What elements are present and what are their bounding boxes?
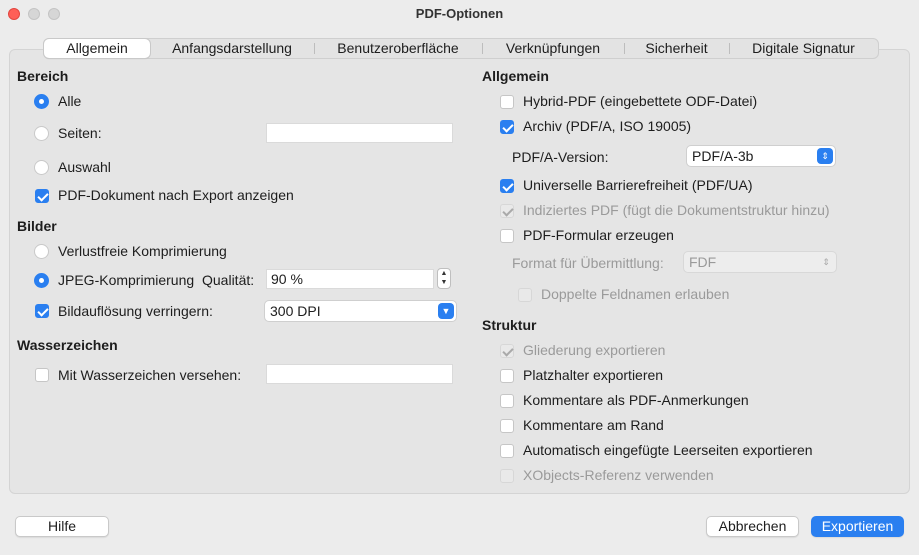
- window-title: PDF-Optionen: [415, 6, 504, 21]
- placeholders-checkbox[interactable]: [500, 369, 514, 383]
- chevron-updown-icon: ⇕: [817, 148, 833, 164]
- comments-checkbox[interactable]: [500, 394, 514, 408]
- tab-digitale-signatur[interactable]: Digitale Signatur: [729, 39, 878, 58]
- pdfa-version-label: PDF/A-Version:: [512, 149, 609, 165]
- help-button[interactable]: Hilfe: [15, 516, 109, 537]
- duplicate-names-checkbox[interactable]: [518, 288, 532, 302]
- margin-comments-label[interactable]: Kommentare am Rand: [523, 417, 664, 433]
- chevron-updown-icon: ⇕: [822, 257, 830, 267]
- comments-label[interactable]: Kommentare als PDF-Anmerkungen: [523, 392, 749, 408]
- range-selection-radio[interactable]: [34, 160, 49, 175]
- pages-input[interactable]: [266, 123, 453, 143]
- quality-input[interactable]: 90 %: [266, 269, 434, 289]
- outline-checkbox[interactable]: [500, 344, 514, 358]
- submit-format-value: FDF: [689, 254, 717, 270]
- pdfa-version-select[interactable]: PDF/A-3b ⇕: [686, 145, 836, 167]
- show-after-export-checkbox[interactable]: [35, 189, 49, 203]
- watermark-label[interactable]: Mit Wasserzeichen versehen:: [58, 367, 241, 383]
- tab-anfangsdarstellung[interactable]: Anfangsdarstellung: [150, 39, 314, 58]
- archive-label[interactable]: Archiv (PDF/A, ISO 19005): [523, 118, 691, 134]
- tab-bar: Allgemein Anfangsdarstellung Benutzerobe…: [43, 38, 879, 59]
- chevron-down-icon: ▼: [438, 303, 454, 319]
- resolution-value: 300 DPI: [270, 303, 321, 319]
- tagged-pdf-label: Indiziertes PDF (fügt die Dokumentstrukt…: [523, 202, 830, 218]
- jpeg-label[interactable]: JPEG-Komprimierung: [58, 272, 194, 288]
- blank-pages-label[interactable]: Automatisch eingefügte Leerseiten export…: [523, 442, 813, 458]
- range-pages-radio[interactable]: [34, 126, 49, 141]
- margin-comments-checkbox[interactable]: [500, 419, 514, 433]
- watermark-header: Wasserzeichen: [17, 337, 118, 353]
- duplicate-names-label: Doppelte Feldnamen erlauben: [541, 286, 730, 302]
- range-header: Bereich: [17, 68, 69, 84]
- pdfa-version-value: PDF/A-3b: [692, 148, 754, 164]
- reduce-resolution-checkbox[interactable]: [35, 304, 49, 318]
- images-header: Bilder: [17, 218, 57, 234]
- cancel-button[interactable]: Abbrechen: [706, 516, 799, 537]
- xobjects-checkbox[interactable]: [500, 469, 514, 483]
- hybrid-pdf-checkbox[interactable]: [500, 95, 514, 109]
- outline-label: Gliederung exportieren: [523, 342, 666, 358]
- range-pages-label[interactable]: Seiten:: [58, 125, 102, 141]
- tab-sicherheit[interactable]: Sicherheit: [624, 39, 729, 58]
- jpeg-radio[interactable]: [34, 273, 49, 288]
- watermark-checkbox[interactable]: [35, 368, 49, 382]
- pdfua-checkbox[interactable]: [500, 179, 514, 193]
- tagged-pdf-checkbox[interactable]: [500, 204, 514, 218]
- archive-checkbox[interactable]: [500, 120, 514, 134]
- lossless-radio[interactable]: [34, 244, 49, 259]
- lossless-label[interactable]: Verlustfreie Komprimierung: [58, 243, 227, 259]
- pdfua-label[interactable]: Universelle Barrierefreiheit (PDF/UA): [523, 177, 753, 193]
- tab-benutzeroberflaeche[interactable]: Benutzeroberfläche: [314, 39, 482, 58]
- range-all-label[interactable]: Alle: [58, 93, 81, 109]
- range-all-radio[interactable]: [34, 94, 49, 109]
- title-bar: PDF-Optionen: [0, 0, 919, 28]
- resolution-select[interactable]: 300 DPI ▼: [264, 300, 457, 322]
- submit-format-label: Format für Übermittlung:: [512, 255, 664, 271]
- hybrid-pdf-label[interactable]: Hybrid-PDF (eingebettete ODF-Datei): [523, 93, 757, 109]
- tab-allgemein[interactable]: Allgemein: [44, 39, 150, 58]
- create-form-label[interactable]: PDF-Formular erzeugen: [523, 227, 674, 243]
- tab-verknuepfungen[interactable]: Verknüpfungen: [482, 39, 624, 58]
- export-button[interactable]: Exportieren: [811, 516, 904, 537]
- reduce-resolution-label[interactable]: Bildauflösung verringern:: [58, 303, 213, 319]
- placeholders-label[interactable]: Platzhalter exportieren: [523, 367, 663, 383]
- structure-header: Struktur: [482, 317, 537, 333]
- range-selection-label[interactable]: Auswahl: [58, 159, 111, 175]
- create-form-checkbox[interactable]: [500, 229, 514, 243]
- blank-pages-checkbox[interactable]: [500, 444, 514, 458]
- quality-label: Qualität:: [202, 272, 255, 288]
- quality-stepper[interactable]: ▲ ▼: [437, 268, 451, 289]
- show-after-export-label[interactable]: PDF-Dokument nach Export anzeigen: [58, 187, 294, 203]
- submit-format-select[interactable]: FDF ⇕: [683, 251, 837, 273]
- watermark-input[interactable]: [266, 364, 453, 384]
- general-header: Allgemein: [482, 68, 549, 84]
- xobjects-label: XObjects-Referenz verwenden: [523, 467, 714, 483]
